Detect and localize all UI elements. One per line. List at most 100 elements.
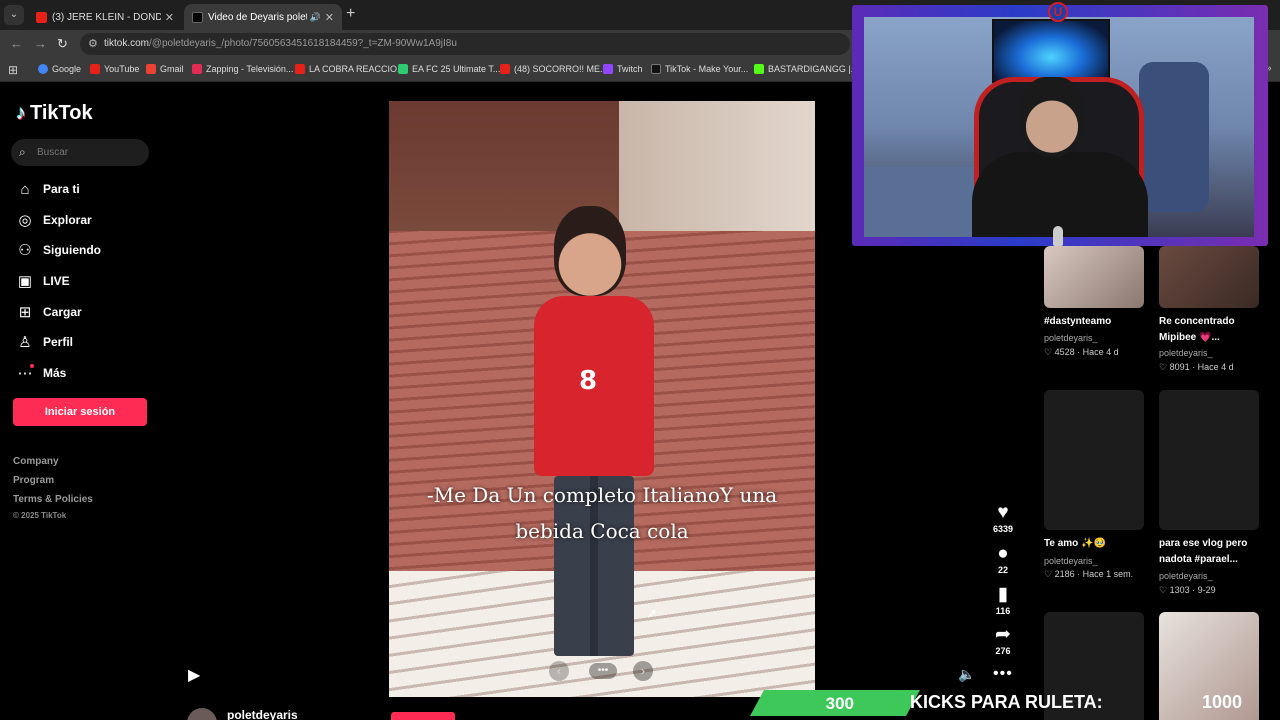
carousel-next-icon[interactable]: › xyxy=(633,661,653,681)
comment-button[interactable]: ● 22 xyxy=(988,543,1018,576)
webcam-overlay xyxy=(852,5,1268,246)
back-arrow-icon[interactable]: ← xyxy=(10,36,23,51)
forward-arrow-icon[interactable]: → xyxy=(34,36,47,51)
login-button[interactable]: Iniciar sesión xyxy=(13,398,147,426)
like-button[interactable]: ♥ 6339 xyxy=(988,503,1018,535)
nav-item-cargar[interactable]: ⊞ Cargar xyxy=(15,302,82,322)
bookmark-label: BASTARDIGANGG |... xyxy=(768,64,859,74)
tab-search-button[interactable]: ⌄ xyxy=(4,5,24,25)
webcam-monitor xyxy=(992,19,1110,83)
address-bar[interactable]: ⚙ tiktok.com/@poletdeyaris_/photo/756056… xyxy=(80,33,850,55)
volume-icon[interactable]: 🔈 xyxy=(958,666,975,683)
bookmark-zapping[interactable]: Zapping - Televisión... xyxy=(192,64,293,74)
site-info-icon[interactable]: ⚙ xyxy=(88,37,98,50)
carousel-dots-icon[interactable]: ••• xyxy=(589,663,617,679)
heart-outline-icon: ♡ xyxy=(1159,585,1170,595)
footer-link-company[interactable]: Company xyxy=(13,456,59,467)
nav-item-live[interactable]: ▣ LIVE xyxy=(15,271,70,291)
caption-line: bebida Coca cola xyxy=(515,519,689,543)
tab-close-icon[interactable]: ✕ xyxy=(325,11,334,24)
live-icon: ▣ xyxy=(17,273,33,290)
microphone-icon xyxy=(1053,226,1063,246)
youtube-icon xyxy=(500,64,510,74)
related-age: Hace 1 sem. xyxy=(1082,569,1134,579)
reload-icon[interactable]: ↻ xyxy=(57,36,68,52)
comment-count: 22 xyxy=(997,565,1008,575)
more-options-icon[interactable]: ••• xyxy=(993,665,1013,683)
share-button[interactable]: ➦ 276 xyxy=(988,624,1018,657)
footer-link-terms[interactable]: Terms & Policies xyxy=(13,494,93,505)
bookmark-gmail[interactable]: Gmail xyxy=(146,64,184,74)
nav-item-siguiendo[interactable]: ⚇ Siguiendo xyxy=(15,240,101,260)
bookmark-icon: ▮ xyxy=(997,584,1009,605)
nav-item-explorar[interactable]: ◎ Explorar xyxy=(15,210,91,230)
nav-label: Perfil xyxy=(43,335,74,349)
related-thumbnail[interactable] xyxy=(1159,390,1259,530)
related-thumbnail[interactable] xyxy=(1044,246,1144,308)
related-author[interactable]: poletdeyaris_ xyxy=(1044,333,1098,343)
bookmark-label: Zapping - Televisión... xyxy=(206,64,294,74)
search-icon: ⌕ xyxy=(19,145,26,159)
tab-tiktok[interactable]: Video de Deyaris polet 🔊 ✕ xyxy=(184,4,342,30)
play-icon[interactable]: ▶ xyxy=(188,665,200,685)
tab-title: (3) JERE KLEIN - DONDE? (Vide xyxy=(52,11,161,23)
bookmark-google[interactable]: Google xyxy=(38,64,81,74)
ea-fc-icon xyxy=(398,64,408,74)
webcam-streamer-body xyxy=(972,152,1148,237)
youtube-icon xyxy=(295,64,305,74)
related-author[interactable]: poletdeyaris_ xyxy=(1044,556,1098,566)
bookmark-twitch[interactable]: Twitch xyxy=(603,64,643,74)
nav-item-perfil[interactable]: ♙ Perfil xyxy=(15,332,73,352)
related-title[interactable]: Te amo ✨🥹 xyxy=(1044,536,1154,552)
profile-icon: ♙ xyxy=(18,334,32,351)
bookmark-label: TikTok - Make Your... xyxy=(665,64,749,74)
save-button[interactable]: ▮ 116 xyxy=(988,584,1018,617)
related-author[interactable]: poletdeyaris_ xyxy=(1159,348,1213,358)
search-input[interactable]: ⌕ Buscar xyxy=(11,139,149,166)
save-count: 116 xyxy=(995,606,1011,616)
related-author[interactable]: poletdeyaris_ xyxy=(1159,571,1213,581)
related-title[interactable]: Re concentrado Mipibee 💗... xyxy=(1159,314,1269,346)
video-subject-head xyxy=(554,206,626,296)
kicks-target: 1000 xyxy=(1201,692,1242,712)
related-likes: 4528 xyxy=(1054,347,1075,357)
nav-item-para-ti[interactable]: ⌂ Para ti xyxy=(15,179,79,199)
bookmark-label: Twitch xyxy=(617,64,643,74)
follow-button[interactable] xyxy=(391,712,455,720)
video-player[interactable]: 8 -Me Da Un completo ItalianoY una bebid… xyxy=(389,101,815,697)
apps-grid-icon[interactable]: ⊞ xyxy=(8,63,18,77)
bookmark-la-cobra[interactable]: LA COBRA REACCIO... xyxy=(295,64,405,74)
bookmark-label: LA COBRA REACCIO... xyxy=(309,64,405,74)
author-row[interactable]: poletdeyaris xyxy=(187,708,298,720)
bookmark-tiktok[interactable]: TikTok - Make Your... xyxy=(651,64,748,74)
author-name[interactable]: poletdeyaris xyxy=(227,708,298,720)
url-domain: tiktok.com xyxy=(104,38,150,49)
bookmark-bastardigangg[interactable]: BASTARDIGANGG |... xyxy=(754,64,858,74)
speaker-icon[interactable]: 🔊 xyxy=(310,12,321,23)
related-meta: ♡ 4528 · Hace 4 d xyxy=(1044,347,1119,357)
related-thumbnail[interactable] xyxy=(1044,390,1144,530)
new-tab-button[interactable]: + xyxy=(346,5,355,23)
youtube-favicon-icon xyxy=(36,11,47,23)
related-thumbnail[interactable] xyxy=(1159,246,1259,308)
nav-item-mas[interactable]: ⋯ Más xyxy=(15,363,67,383)
footer-link-program[interactable]: Program xyxy=(13,475,54,486)
related-title[interactable]: para ese vlog pero nadota #parael... xyxy=(1159,536,1269,568)
comment-icon: ● xyxy=(997,543,1009,564)
google-icon xyxy=(38,64,48,74)
tab-close-icon[interactable]: ✕ xyxy=(165,11,174,24)
share-icon: ➦ xyxy=(995,624,1011,645)
bookmark-label: EA FC 25 Ultimate T... xyxy=(412,64,501,74)
avatar[interactable] xyxy=(187,708,217,720)
bookmark-socorro[interactable]: (48) SOCORRO!! ME... xyxy=(500,64,608,74)
related-title[interactable]: #dastynteamo xyxy=(1044,314,1154,330)
caption-line: -Me Da Un completo ItalianoY una xyxy=(426,483,778,507)
bookmark-youtube[interactable]: YouTube xyxy=(90,64,139,74)
bookmark-ea-fc[interactable]: EA FC 25 Ultimate T... xyxy=(398,64,500,74)
like-count: 6339 xyxy=(992,524,1014,534)
carousel-prev-icon[interactable]: ‹ xyxy=(549,661,569,681)
tiktok-logo[interactable]: ♪ TikTok xyxy=(16,102,93,125)
tab-youtube[interactable]: (3) JERE KLEIN - DONDE? (Vide ✕ xyxy=(28,4,182,30)
nav-label: Siguiendo xyxy=(43,243,101,257)
logo-text: TikTok xyxy=(30,102,93,124)
